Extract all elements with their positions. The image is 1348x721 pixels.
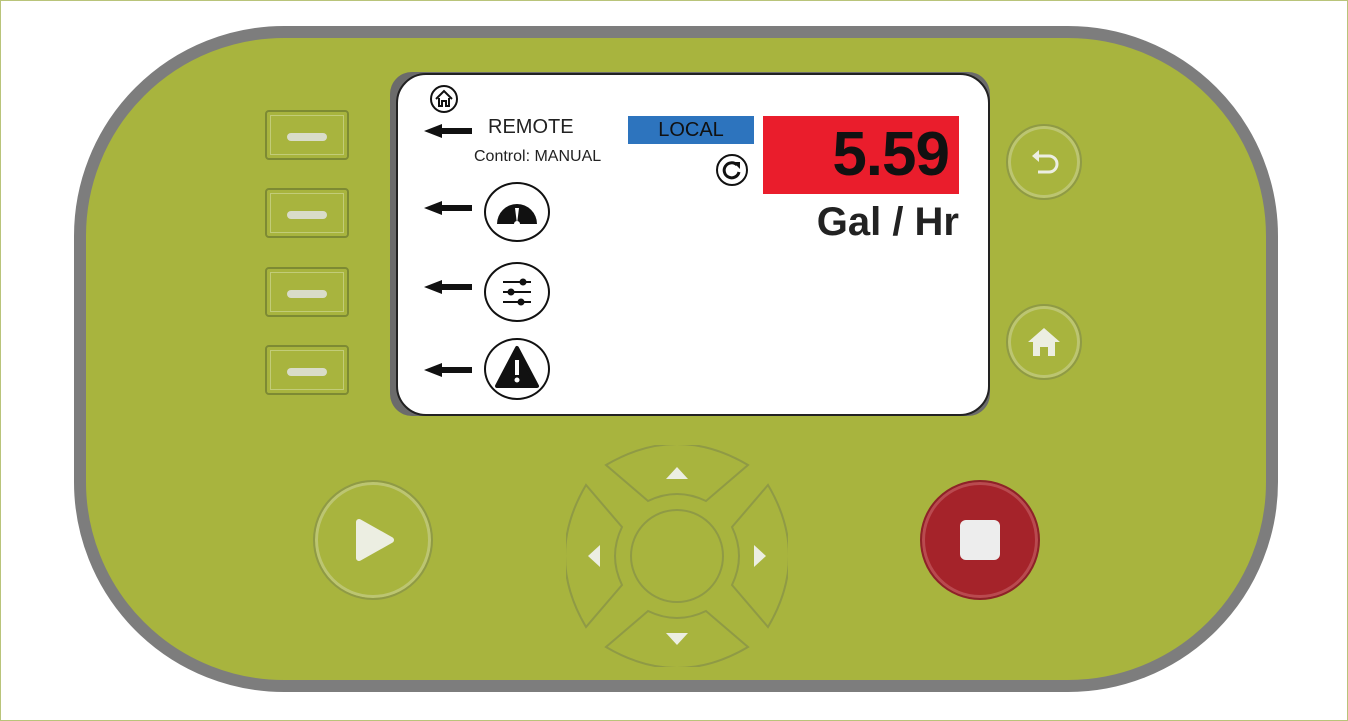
dpad-center-button[interactable] xyxy=(630,509,724,603)
flow-rate-unit: Gal / Hr xyxy=(816,200,959,244)
warning-icon[interactable] xyxy=(484,338,550,400)
start-button[interactable] xyxy=(313,480,433,600)
softkey-1-arrow-icon xyxy=(424,124,472,138)
back-button[interactable] xyxy=(1006,124,1082,200)
local-mode-button[interactable]: LOCAL xyxy=(628,116,754,144)
softkey-3-bar xyxy=(287,290,327,298)
softkey-4-bar xyxy=(287,368,327,376)
home-icon xyxy=(1028,328,1060,356)
softkey-3-arrow-icon xyxy=(424,280,472,294)
softkey-2[interactable] xyxy=(265,188,349,238)
stop-icon xyxy=(960,520,1000,560)
remote-mode-label[interactable]: REMOTE xyxy=(488,116,574,139)
screen-home-icon[interactable] xyxy=(430,85,458,113)
stop-button[interactable] xyxy=(920,480,1040,600)
back-icon xyxy=(1032,150,1059,174)
softkey-4-arrow-icon xyxy=(424,363,472,377)
softkey-2-arrow-icon xyxy=(424,201,472,215)
softkey-2-bar xyxy=(287,211,327,219)
home-button[interactable] xyxy=(1006,304,1082,380)
softkey-1[interactable] xyxy=(265,110,349,160)
softkey-4[interactable] xyxy=(265,345,349,395)
direction-pad xyxy=(566,445,788,667)
flow-rate-value: 5.59 xyxy=(763,116,959,194)
refresh-icon[interactable] xyxy=(716,154,748,186)
sliders-icon[interactable] xyxy=(484,262,550,322)
softkey-1-bar xyxy=(287,133,327,141)
softkey-3[interactable] xyxy=(265,267,349,317)
gauge-icon[interactable] xyxy=(484,182,550,242)
play-icon xyxy=(356,519,394,561)
control-mode-label: Control: MANUAL xyxy=(474,148,602,165)
